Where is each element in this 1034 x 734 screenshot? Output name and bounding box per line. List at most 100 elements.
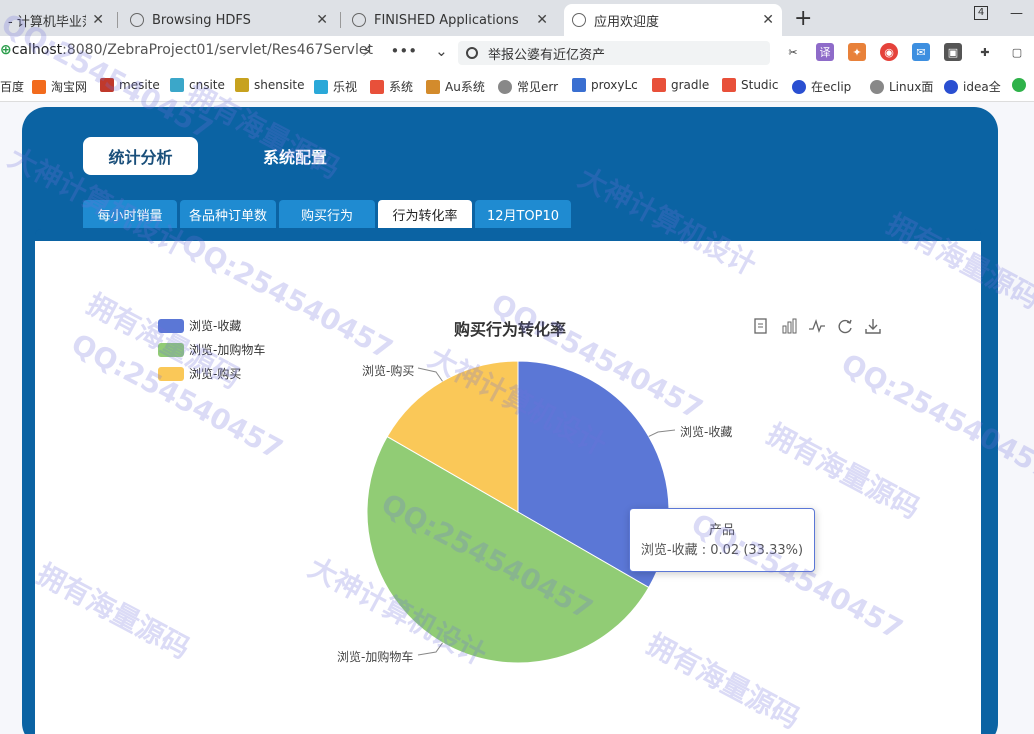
bookmark-item[interactable]: Studic (722, 78, 778, 92)
puzzle-icon[interactable]: ✚ (976, 43, 994, 61)
bar-chart-icon[interactable] (780, 317, 798, 335)
weibo-icon[interactable]: ◉ (880, 43, 898, 61)
screenshot-icon[interactable]: ▣ (944, 43, 962, 61)
tooltip-title: 产品 (708, 523, 735, 538)
paw-icon (944, 79, 958, 94)
tab-orders-by-variety[interactable]: 各品种订单数 (180, 200, 276, 228)
tab-purchase-behavior[interactable]: 购买行为 (279, 200, 375, 228)
site-icon (235, 78, 249, 92)
nav-stat-button[interactable]: 统计分析 (83, 137, 198, 175)
chart-title: 购买行为转化率 (454, 320, 567, 339)
scissors-icon[interactable]: ✂ (784, 43, 802, 61)
bookmark-label: 在eclip (811, 80, 852, 94)
close-icon[interactable]: ✕ (762, 12, 774, 28)
url-host: calhost (11, 42, 63, 58)
tab-label: 应用欢迎度 (594, 14, 660, 30)
chevron-down-icon[interactable]: ⌄ (435, 42, 448, 60)
legend-swatch (158, 342, 184, 357)
bookmark-item[interactable]: 系统 (370, 78, 413, 95)
bookmark-label: 百度 (0, 80, 25, 94)
bookmark-item[interactable]: 常见err (498, 78, 558, 95)
close-icon[interactable]: ✕ (92, 12, 104, 28)
wechat-icon (1012, 78, 1026, 92)
secure-icon: ⊕ (0, 42, 12, 58)
browser-tab-4[interactable]: 应用欢迎度 ✕ (564, 4, 782, 36)
legend-swatch (158, 318, 184, 333)
browser-tab-1[interactable]: - 计算机毕业范 ✕ (0, 4, 112, 36)
bookmark-item[interactable]: mesite (100, 78, 160, 92)
browser-tab-2[interactable]: Browsing HDFS ✕ (122, 4, 336, 36)
game-icon[interactable]: ✦ (848, 43, 866, 61)
chart-tooltip: 产品 浏览-收藏 : 0.02 (33.33%) (629, 508, 815, 572)
download-icon[interactable] (864, 317, 882, 335)
bookmark-item[interactable]: shensite (235, 78, 305, 92)
tab-label: Browsing HDFS (152, 12, 251, 28)
chart-toolbox (752, 317, 882, 335)
site-icon (170, 78, 184, 92)
search-input[interactable]: 举报公婆有近亿资产 (458, 41, 770, 65)
data-view-icon[interactable] (752, 317, 770, 335)
close-icon[interactable]: ✕ (536, 12, 548, 28)
line-chart-icon[interactable] (808, 317, 826, 335)
lightning-icon[interactable]: ⚡ (362, 42, 373, 60)
minimize-icon[interactable]: — (1010, 6, 1023, 21)
new-tab-button[interactable]: + (794, 6, 812, 31)
bookmark-item[interactable]: idea全 (944, 78, 1001, 95)
legend-item[interactable]: 浏览-收藏 (158, 317, 241, 334)
tab-hourly-sales[interactable]: 每小时销量 (83, 200, 177, 228)
bookmark-item[interactable]: Au系统 (426, 78, 485, 95)
bookmark-item[interactable]: 百度 (0, 78, 24, 95)
site-icon (652, 78, 666, 92)
bookmark-item[interactable]: proxyLc (572, 78, 638, 92)
bookmark-label: 常见err (517, 80, 559, 94)
globe-icon (498, 79, 512, 94)
tab-december-top10[interactable]: 12月TOP10 (475, 200, 571, 228)
chart-container (35, 229, 981, 734)
mail-icon[interactable]: ✉ (912, 43, 930, 61)
close-icon[interactable]: ✕ (316, 12, 328, 28)
translate-icon[interactable]: 译 (816, 43, 834, 61)
globe-icon (870, 79, 884, 94)
legend-swatch (158, 366, 184, 381)
bookmark-item[interactable] (1012, 78, 1031, 92)
globe-icon (572, 13, 586, 27)
legend-label: 浏览-加购物车 (189, 343, 266, 357)
bookmark-label: 乐视 (333, 80, 358, 94)
bookmark-item[interactable]: 乐视 (314, 78, 357, 95)
slice-label-browse-favorite: 浏览-收藏 (680, 425, 733, 439)
bookmark-label: gradle (671, 78, 710, 92)
site-icon (572, 78, 586, 92)
bookmark-item[interactable]: cnsite (170, 78, 225, 92)
bookmark-item[interactable]: 淘宝网 (32, 78, 87, 95)
address-bar: ⊕calhost:8080/ZebraProject01/servlet/Res… (0, 36, 1034, 70)
bookmark-label: proxyLc (591, 78, 638, 92)
bookmark-label: Au系统 (445, 80, 485, 94)
tab-count-icon[interactable]: 4 (974, 6, 988, 20)
site-icon (426, 79, 440, 94)
window-icon[interactable]: ▢ (1008, 43, 1026, 61)
refresh-icon[interactable] (836, 317, 854, 335)
paw-icon (792, 79, 806, 94)
tab-conversion-rate[interactable]: 行为转化率 (378, 200, 472, 228)
search-text: 举报公婆有近亿资产 (488, 47, 606, 63)
site-icon (370, 79, 384, 94)
bookmark-item[interactable]: Linux面 (870, 78, 933, 95)
address-actions: ⚡ ••• ⌄ (362, 42, 448, 60)
nav-sys-button[interactable]: 系统配置 (240, 137, 350, 175)
browser-tab-strip: - 计算机毕业范 ✕ Browsing HDFS ✕ FINISHED Appl… (0, 0, 1034, 36)
bookmark-label: 淘宝网 (51, 80, 88, 94)
globe-icon (352, 13, 366, 27)
legend-item[interactable]: 浏览-购买 (158, 365, 241, 382)
url-field[interactable]: ⊕calhost:8080/ZebraProject01/servlet/Res… (0, 42, 373, 58)
bookmark-label: mesite (119, 78, 160, 92)
extension-icons: ✂ 译 ✦ ◉ ✉ ▣ ✚ ▢ ⬇ (784, 43, 1034, 61)
more-icon[interactable]: ••• (391, 42, 418, 60)
tooltip-text: 浏览-收藏 : 0.02 (33.33%) (640, 543, 804, 558)
bookmark-item[interactable]: 在eclip (792, 78, 851, 95)
slice-label-browse-buy: 浏览-购买 (362, 364, 415, 378)
browser-tab-3[interactable]: FINISHED Applications ✕ (344, 4, 556, 36)
bookmark-item[interactable]: gradle (652, 78, 709, 92)
tab-label: FINISHED Applications (374, 12, 519, 28)
search-icon (466, 47, 478, 59)
legend-item[interactable]: 浏览-加购物车 (158, 341, 265, 358)
